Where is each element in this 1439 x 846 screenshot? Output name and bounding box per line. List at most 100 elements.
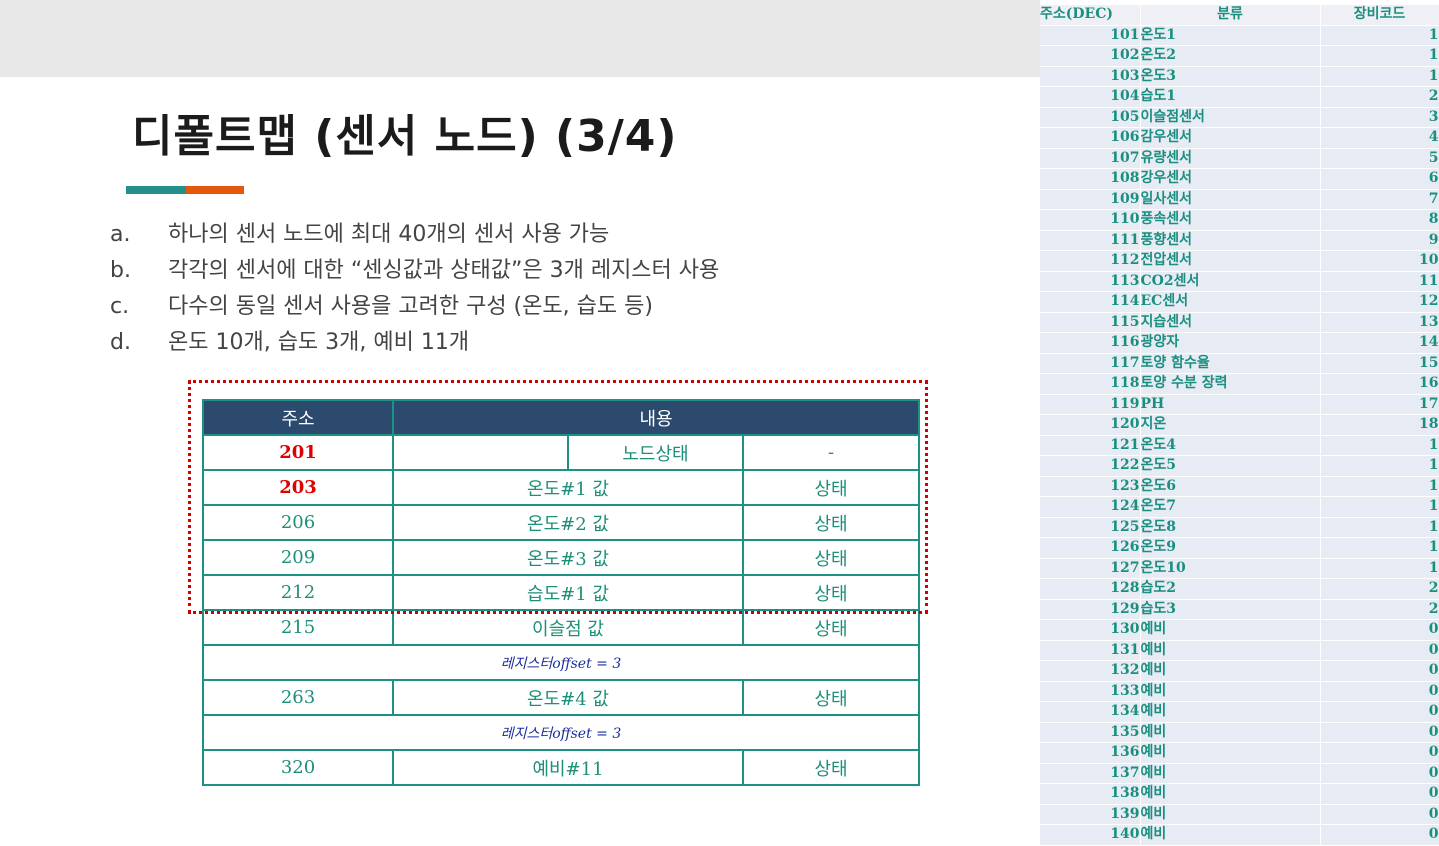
code-address-cell: 104 [1040,86,1141,108]
code-table-row: 110 풍속센서 8 [1040,209,1439,231]
code-address-cell: 107 [1040,148,1141,169]
code-table-row: 139 예비 0 [1040,804,1439,825]
code-category-cell: 온도4 [1140,435,1321,456]
code-table-row: 106 감우센서 4 [1040,127,1439,149]
table-row: 레지스터offset = 3 [201,714,921,751]
code-address-cell: 116 [1040,332,1141,354]
code-table-row: 124 온도7 1 [1040,496,1439,518]
code-device-cell: 0 [1320,742,1439,764]
code-address-cell: 137 [1040,763,1141,784]
code-category-cell: 예비 [1140,763,1321,784]
code-address-cell: 133 [1040,681,1141,702]
address-cell: 263 [202,679,394,716]
code-address-cell: 136 [1040,742,1141,764]
code-address-cell: 106 [1040,127,1141,149]
code-table-row: 113 CO2센서 11 [1040,271,1439,292]
code-table-row: 128 습도2 2 [1040,578,1439,600]
code-device-cell: 16 [1320,373,1439,395]
code-category-cell: 이슬점센서 [1140,107,1321,128]
bullet-text: 온도 10개, 습도 3개, 예비 11개 [168,330,470,355]
code-address-cell: 130 [1040,619,1141,641]
code-address-cell: 112 [1040,250,1141,272]
highlight-box [188,380,928,614]
code-device-cell: 2 [1320,86,1439,108]
top-banner [0,0,1040,77]
bullet-marker: a. [110,222,131,247]
code-category-cell: 유량센서 [1140,148,1321,169]
code-category-cell: 감우센서 [1140,127,1321,149]
code-table-row: 114 EC센서 12 [1040,291,1439,313]
bullet-marker: d. [110,330,131,355]
code-table-row: 138 예비 0 [1040,783,1439,805]
code-category-cell: 풍속센서 [1140,209,1321,231]
slide-title: 디폴트맵 (센서 노드) (3/4) [132,111,678,162]
code-table-header: 주소(DEC) 분류 장비코드 [1040,5,1439,26]
code-address-cell: 138 [1040,783,1141,805]
code-address-cell: 101 [1040,25,1141,46]
code-address-cell: 125 [1040,517,1141,538]
code-address-cell: 140 [1040,824,1141,846]
code-device-cell: 2 [1320,599,1439,620]
bullet-text: 하나의 센서 노드에 최대 40개의 센서 사용 가능 [168,222,610,247]
code-category-cell: 온도9 [1140,537,1321,559]
code-table-row: 129 습도3 2 [1040,599,1439,620]
code-device-cell: 1 [1320,476,1439,497]
code-address-cell: 122 [1040,455,1141,477]
code-address-cell: 119 [1040,394,1141,415]
code-table-row: 127 온도10 1 [1040,558,1439,579]
code-address-cell: 129 [1040,599,1141,620]
code-category-cell: 온도7 [1140,496,1321,518]
bullet-text: 각각의 센서에 대한 “센싱값과 상태값”은 3개 레지스터 사용 [168,258,720,283]
code-category-cell: 토양 수분 장력 [1140,373,1321,395]
code-category-cell: 예비 [1140,804,1321,825]
code-device-cell: 11 [1320,271,1439,292]
table-row: 263 온도#4 값 상태 [202,679,921,716]
code-category-cell: 예비 [1140,824,1321,846]
code-table-row: 122 온도5 1 [1040,455,1439,477]
code-table-row: 120 지온 18 [1040,414,1439,436]
code-category-cell: 강우센서 [1140,168,1321,190]
code-table-row: 126 온도9 1 [1040,537,1439,559]
code-category-cell: 습도1 [1140,86,1321,108]
code-address-cell: 102 [1040,45,1141,67]
code-table-row: 115 지습센서 13 [1040,312,1439,333]
code-device-cell: 6 [1320,168,1439,190]
address-cell: 320 [202,749,394,786]
code-table-row: 133 예비 0 [1040,681,1439,702]
code-address-cell: 132 [1040,660,1141,682]
code-device-cell: 14 [1320,332,1439,354]
code-address-cell: 139 [1040,804,1141,825]
code-device-cell: 0 [1320,763,1439,784]
code-address-cell: 117 [1040,353,1141,374]
code-table-row: 123 온도6 1 [1040,476,1439,497]
code-address-cell: 124 [1040,496,1141,518]
code-device-cell: 0 [1320,660,1439,682]
code-category-cell: 온도5 [1140,455,1321,477]
code-table-row: 137 예비 0 [1040,763,1439,784]
code-device-cell: 1 [1320,455,1439,477]
status-cell: 상태 [741,679,921,716]
code-category-cell: 온도6 [1140,476,1321,497]
code-device-cell: 3 [1320,107,1439,128]
code-address-cell: 121 [1040,435,1141,456]
code-address-cell: 123 [1040,476,1141,497]
code-device-cell: 17 [1320,394,1439,415]
code-category-cell: 토양 함수율 [1140,353,1321,374]
title-accent-teal [126,186,186,194]
code-table-row: 117 토양 함수율 15 [1040,353,1439,374]
code-table-row: 116 광양자 14 [1040,332,1439,354]
code-device-cell: 0 [1320,824,1439,846]
code-table-row: 101 온도1 1 [1040,25,1439,46]
code-category-cell: 전압센서 [1140,250,1321,272]
bullet-marker: c. [110,294,130,319]
code-table-row: 111 풍향센서 9 [1040,230,1439,251]
code-table-row: 121 온도4 1 [1040,435,1439,456]
code-table-row: 108 강우센서 6 [1040,168,1439,190]
code-category-cell: 온도10 [1140,558,1321,579]
code-table-row: 132 예비 0 [1040,660,1439,682]
code-table-row: 119 PH 17 [1040,394,1439,415]
title-accent-orange [186,186,244,194]
header-address-dec: 주소(DEC) [1040,5,1141,26]
code-device-cell: 1 [1320,517,1439,538]
table-row: 320 예비#11 상태 [202,749,921,786]
